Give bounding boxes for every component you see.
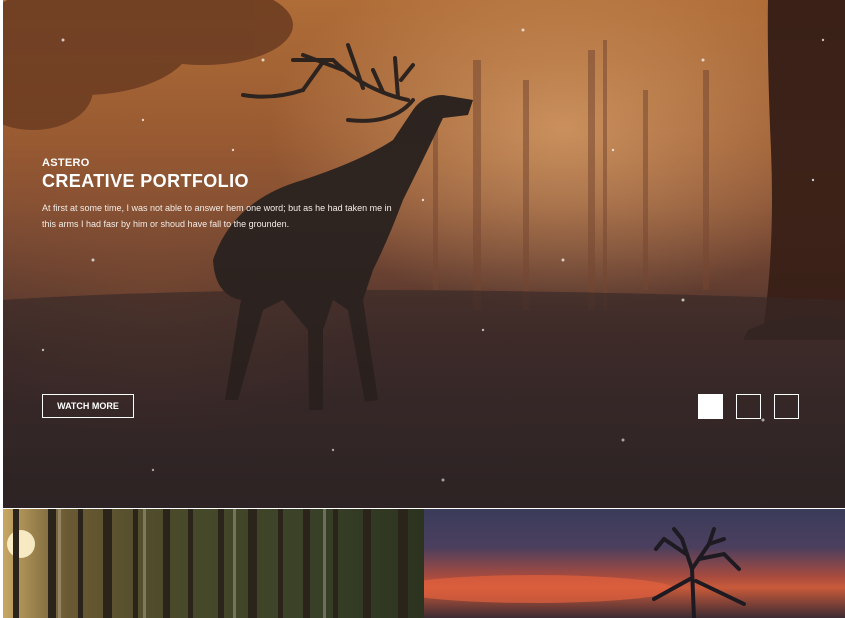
hero-caption: ASTERO CREATIVE PORTFOLIO At first at so…: [42, 157, 402, 232]
hero-description: At first at some time, I was not able to…: [42, 203, 392, 229]
watch-more-button[interactable]: WATCH MORE: [42, 394, 134, 418]
sunset-tree-art: [424, 527, 746, 618]
slide-dot-1[interactable]: [698, 394, 723, 419]
slide-dot-3[interactable]: [774, 394, 799, 419]
hero-kicker: ASTERO: [42, 157, 90, 169]
slide-dot-2[interactable]: [736, 394, 761, 419]
hero-overlay: [3, 0, 845, 508]
hero-title: CREATIVE PORTFOLIO: [42, 171, 249, 191]
hero-slider: [3, 0, 845, 508]
forest-image-art: [7, 509, 408, 618]
sunset-tree-image[interactable]: [424, 509, 845, 618]
forest-image[interactable]: [3, 509, 424, 618]
slider-pagination: [698, 394, 799, 419]
